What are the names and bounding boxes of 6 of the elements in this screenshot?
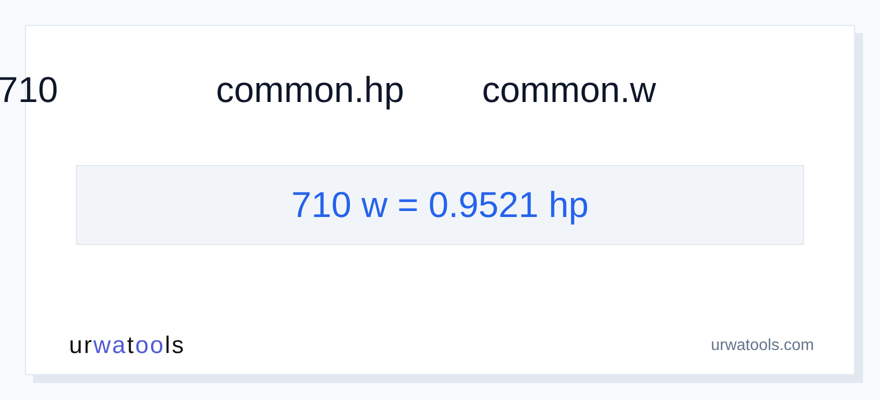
site-link[interactable]: urwatools.com — [710, 337, 814, 355]
value-text: 710 — [0, 68, 58, 112]
result-text: 710 w = 0.9521 hp — [76, 165, 804, 245]
unit-label: common.w — [482, 68, 656, 112]
logo: urwatools — [69, 332, 186, 360]
unit-label: common.hp — [216, 68, 404, 112]
